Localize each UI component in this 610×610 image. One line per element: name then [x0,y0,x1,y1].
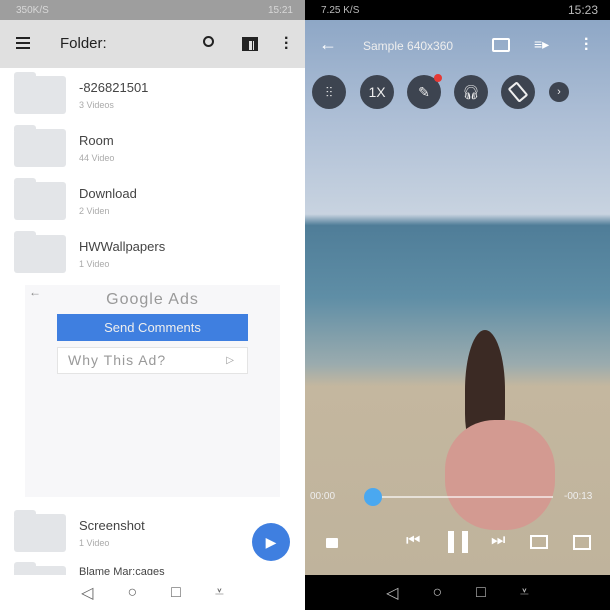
why-this-ad-button[interactable]: Why This Ad? ▷ [57,347,248,374]
toolbar: Folder: · · · [0,20,305,68]
back-nav-icon[interactable]: ◁ [386,583,398,603]
ad-title: Google Ads [106,291,199,308]
status-bar: 350K/S 15:21 [0,0,305,20]
clock: 15:23 [567,3,598,17]
cast-icon[interactable] [492,38,510,52]
folder-count: 44 Video [79,153,115,163]
headphones-icon: 🎧︎ [462,83,480,100]
pause-icon[interactable] [448,531,468,553]
pencil-icon: ✎ [418,83,430,100]
page-title: Folder: [60,35,107,52]
folder-icon [14,231,66,273]
recents-nav-icon[interactable]: □ [476,584,486,602]
navigation-bar: ◁ ○ □ ⩡ [305,575,610,610]
seek-bar[interactable] [363,488,553,506]
network-speed: 7.25 K/S [321,4,360,16]
navigation-bar: ◁ ○ □ ⩡ [0,575,305,610]
folder-icon [14,72,66,114]
folder-item[interactable]: Download 2 Viden [0,176,305,228]
search-icon[interactable] [203,36,214,47]
back-arrow-icon[interactable]: ← [319,34,337,55]
folder-count: 1 Video [79,538,110,548]
clock: 15:21 [267,4,293,16]
send-comments-button[interactable]: Send Comments [57,314,248,341]
folder-icon [14,178,66,220]
video-title: Sample 640x360 [363,39,454,53]
rotate-screen-icon [507,81,529,103]
ad-panel: ← Google Ads Send Comments Why This Ad? ▷ [25,285,280,497]
folder-name: HWWallpapers [79,239,166,254]
notification-nav-icon[interactable]: ⩡ [215,584,224,602]
speed-button[interactable]: 1X [360,75,394,109]
network-speed: 350K/S [16,4,49,16]
popup-player-icon[interactable] [573,535,591,550]
chevron-right-icon: › [557,86,561,98]
equalizer-icon: ⫶⫶ [325,83,333,100]
more-options-icon[interactable]: · · · [584,32,589,58]
folder-item[interactable]: -826821501 3 Videos [0,70,305,122]
folder-icon [14,510,66,552]
why-this-ad-label: Why This Ad? [68,352,167,368]
more-controls-button[interactable]: › [549,82,569,102]
edit-button[interactable]: ✎ [407,74,442,109]
home-nav-icon[interactable]: ○ [432,584,442,602]
notification-badge [434,74,442,82]
play-fab[interactable]: ▶ [252,523,290,561]
aspect-ratio-icon[interactable] [530,535,548,549]
folder-count: 2 Viden [79,206,110,216]
status-bar: 7.25 K/S 15:23 [305,0,610,20]
folder-icon [14,125,66,167]
playlist-icon[interactable]: ≡▸ [534,36,549,53]
time-remaining: -00:13 [564,491,593,502]
folder-count: 1 Video [79,259,110,269]
audio-button[interactable]: 🎧︎ [454,75,488,109]
folder-item[interactable]: HWWallpapers 1 Video [0,229,305,281]
folder-name: Screenshot [79,518,145,533]
speed-label: 1X [368,84,386,100]
menu-icon[interactable] [16,37,30,49]
folder-name: -826821501 [79,80,149,95]
folder-item[interactable]: Room 44 Video [0,123,305,175]
recents-nav-icon[interactable]: □ [171,584,181,602]
more-options-icon[interactable]: · · · [284,31,289,57]
folder-name: Room [79,133,114,148]
back-nav-icon[interactable]: ◁ [81,583,93,603]
adchoices-icon: ▷ [226,355,235,366]
folder-count: 3 Videos [79,100,114,110]
folder-name: Download [79,186,137,201]
next-icon[interactable]: ⏭︎ [491,532,505,550]
previous-icon[interactable]: ⏮︎ [406,532,420,550]
person-dress [445,420,555,530]
rotate-button[interactable] [501,75,535,109]
seek-thumb[interactable] [363,488,382,506]
equalizer-button[interactable]: ⫶⫶ [312,75,346,109]
notification-nav-icon[interactable]: ⩡ [520,584,529,602]
time-elapsed: 00:00 [310,491,336,502]
lock-icon[interactable] [326,538,338,548]
video-player-screen: 7.25 K/S 15:23 ← Sample 640x360 ≡▸ · · · ⫶… [305,0,610,610]
home-nav-icon[interactable]: ○ [127,584,137,602]
layout-icon[interactable] [242,37,258,51]
folder-list-screen: 350K/S 15:21 Folder: · · · -826821501 3 Vid… [0,0,305,610]
